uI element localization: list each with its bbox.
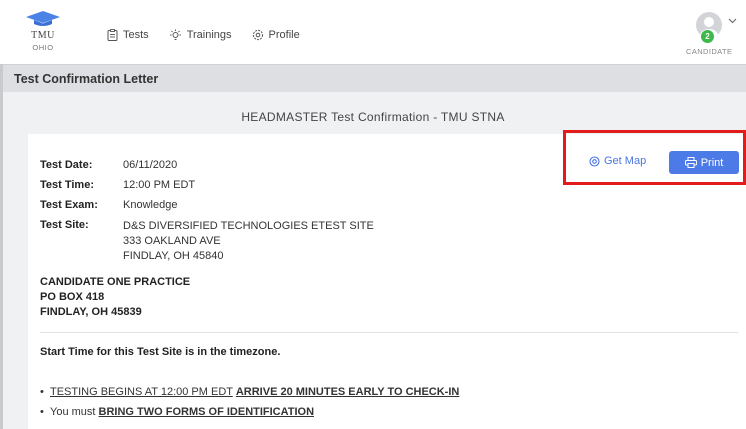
notification-badge: 2 — [701, 30, 714, 43]
chevron-down-icon[interactable] — [728, 18, 737, 24]
test-exam-label: Test Exam: — [40, 199, 98, 211]
print-button[interactable]: Print — [669, 151, 739, 174]
page-header: Test Confirmation Letter — [0, 64, 746, 92]
divider — [40, 332, 738, 333]
test-time-label: Test Time: — [40, 179, 94, 191]
get-map-button[interactable]: Get Map — [589, 155, 646, 167]
main-nav: Tests Trainings Profile — [107, 29, 300, 41]
letter-title: HEADMASTER Test Confirmation - TMU STNA — [241, 110, 505, 124]
location-pin-icon — [589, 155, 600, 167]
nav-profile[interactable]: Profile — [252, 29, 300, 41]
user-role: CANDIDATE — [686, 47, 733, 56]
start-time-note: Start Time for this Test Site is in the … — [40, 346, 281, 358]
test-site-address: D&S DIVERSIFIED TECHNOLOGIES ETEST SITE … — [123, 219, 374, 264]
nav-profile-label: Profile — [268, 29, 300, 41]
page-title: Test Confirmation Letter — [14, 72, 159, 86]
bullet-dot: • — [40, 386, 44, 398]
arrive-early-text: ARRIVE 20 MINUTES EARLY TO CHECK-IN — [235, 386, 460, 398]
graduation-cap-icon — [26, 11, 60, 26]
test-site-city: FINDLAY, OH 45840 — [123, 250, 224, 262]
candidate-po-box: PO BOX 418 — [40, 291, 105, 303]
test-date-value: 06/11/2020 — [123, 159, 178, 171]
instructions-list: • TESTING BEGINS AT 12:00 PM EDT ARRIVE … — [40, 386, 459, 426]
nav-tests-label: Tests — [123, 29, 149, 41]
list-item: • TESTING BEGINS AT 12:00 PM EDT ARRIVE … — [40, 386, 459, 398]
test-site-label: Test Site: — [40, 219, 89, 231]
nav-trainings-label: Trainings — [186, 29, 232, 41]
brand-logo[interactable]: TMU OHIO — [22, 11, 64, 52]
test-site-name: D&S DIVERSIFIED TECHNOLOGIES ETEST SITE — [123, 220, 374, 232]
gear-icon — [252, 29, 263, 41]
test-exam-row: Test Exam: Knowledge — [40, 199, 177, 211]
bullet-dot: • — [40, 406, 44, 418]
nav-trainings[interactable]: Trainings — [169, 29, 232, 41]
you-must-text: You must — [50, 406, 96, 418]
top-navigation-bar: TMU OHIO Tests Trainings Profile 2 CANDI… — [0, 0, 746, 64]
clipboard-icon — [107, 29, 118, 41]
candidate-name: CANDIDATE ONE PRACTICE — [40, 276, 191, 288]
test-date-label: Test Date: — [40, 159, 93, 171]
test-time-value: 12:00 PM EDT — [123, 179, 196, 191]
test-site-row: Test Site: D&S DIVERSIFIED TECHNOLOGIES … — [40, 219, 374, 264]
print-label: Print — [700, 156, 724, 169]
testing-begins-text: TESTING BEGINS AT 12:00 PM EDT — [50, 386, 233, 398]
candidate-city: FINDLAY, OH 45839 — [40, 306, 142, 318]
user-menu[interactable]: 2 CANDIDATE — [686, 12, 746, 60]
test-exam-value: Knowledge — [123, 199, 178, 211]
brand-name: TMU — [31, 30, 55, 41]
printer-icon — [684, 157, 697, 168]
bring-id-text: BRING TWO FORMS OF IDENTIFICATION — [98, 406, 315, 418]
candidate-address: CANDIDATE ONE PRACTICE PO BOX 418 FINDLA… — [40, 275, 190, 320]
list-item: • You must BRING TWO FORMS OF IDENTIFICA… — [40, 406, 459, 418]
nav-tests[interactable]: Tests — [107, 29, 149, 41]
test-date-row: Test Date: 06/11/2020 — [40, 159, 177, 171]
brand-subtitle: OHIO — [32, 43, 54, 52]
get-map-label: Get Map — [604, 155, 647, 167]
test-time-row: Test Time: 12:00 PM EDT — [40, 179, 195, 191]
window-edge — [0, 64, 3, 429]
lightbulb-icon — [169, 29, 181, 40]
test-site-street: 333 OAKLAND AVE — [123, 235, 221, 247]
